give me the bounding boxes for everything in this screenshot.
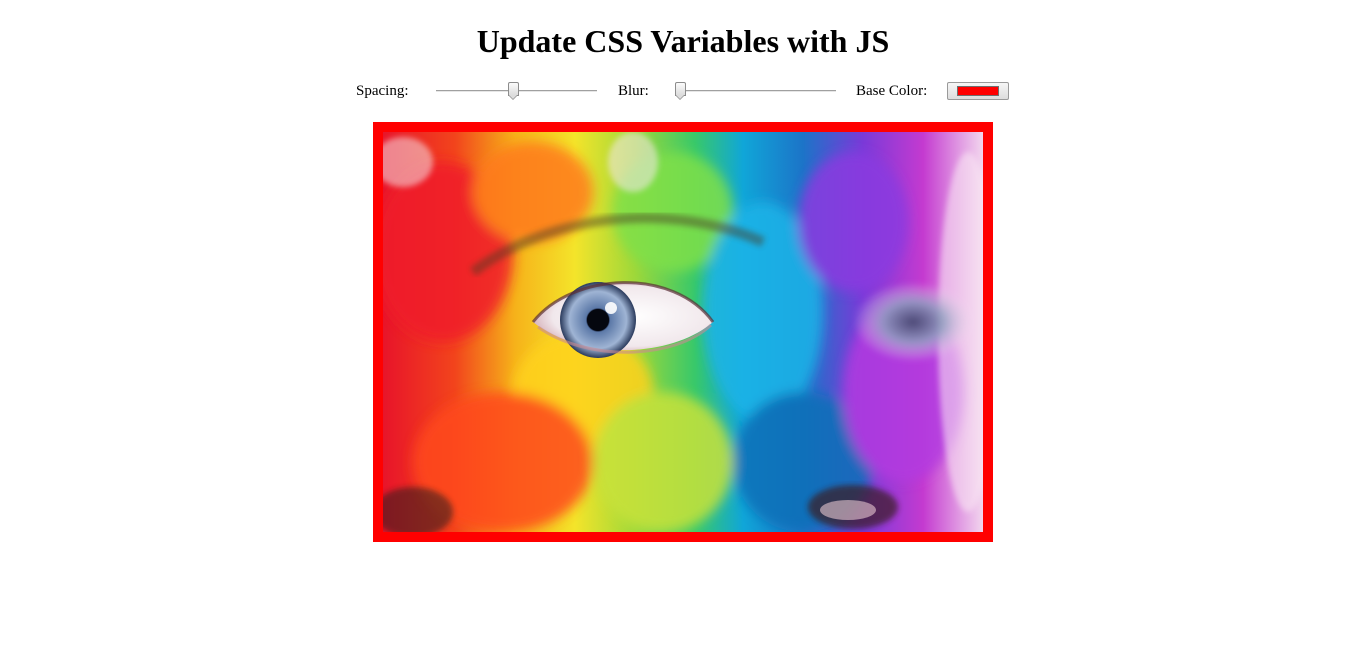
painted-face-image: [383, 132, 983, 532]
blur-slider[interactable]: [675, 80, 836, 102]
base-color-label: Base Color:: [856, 83, 928, 99]
spacing-slider-thumb[interactable]: [507, 82, 519, 100]
spacing-label: Spacing:: [356, 83, 409, 99]
image-frame: [373, 122, 993, 542]
blur-slider-thumb[interactable]: [675, 82, 686, 100]
blur-label: Blur:: [618, 83, 649, 99]
base-color-swatch: [957, 86, 999, 96]
base-color-picker[interactable]: [947, 82, 1009, 100]
blur-slider-track: [675, 90, 836, 92]
page-title: Update CSS Variables with JS: [476, 23, 890, 59]
controls-bar: Spacing: Blur: Base Color:: [0, 80, 1366, 102]
spacing-slider[interactable]: [436, 80, 597, 102]
